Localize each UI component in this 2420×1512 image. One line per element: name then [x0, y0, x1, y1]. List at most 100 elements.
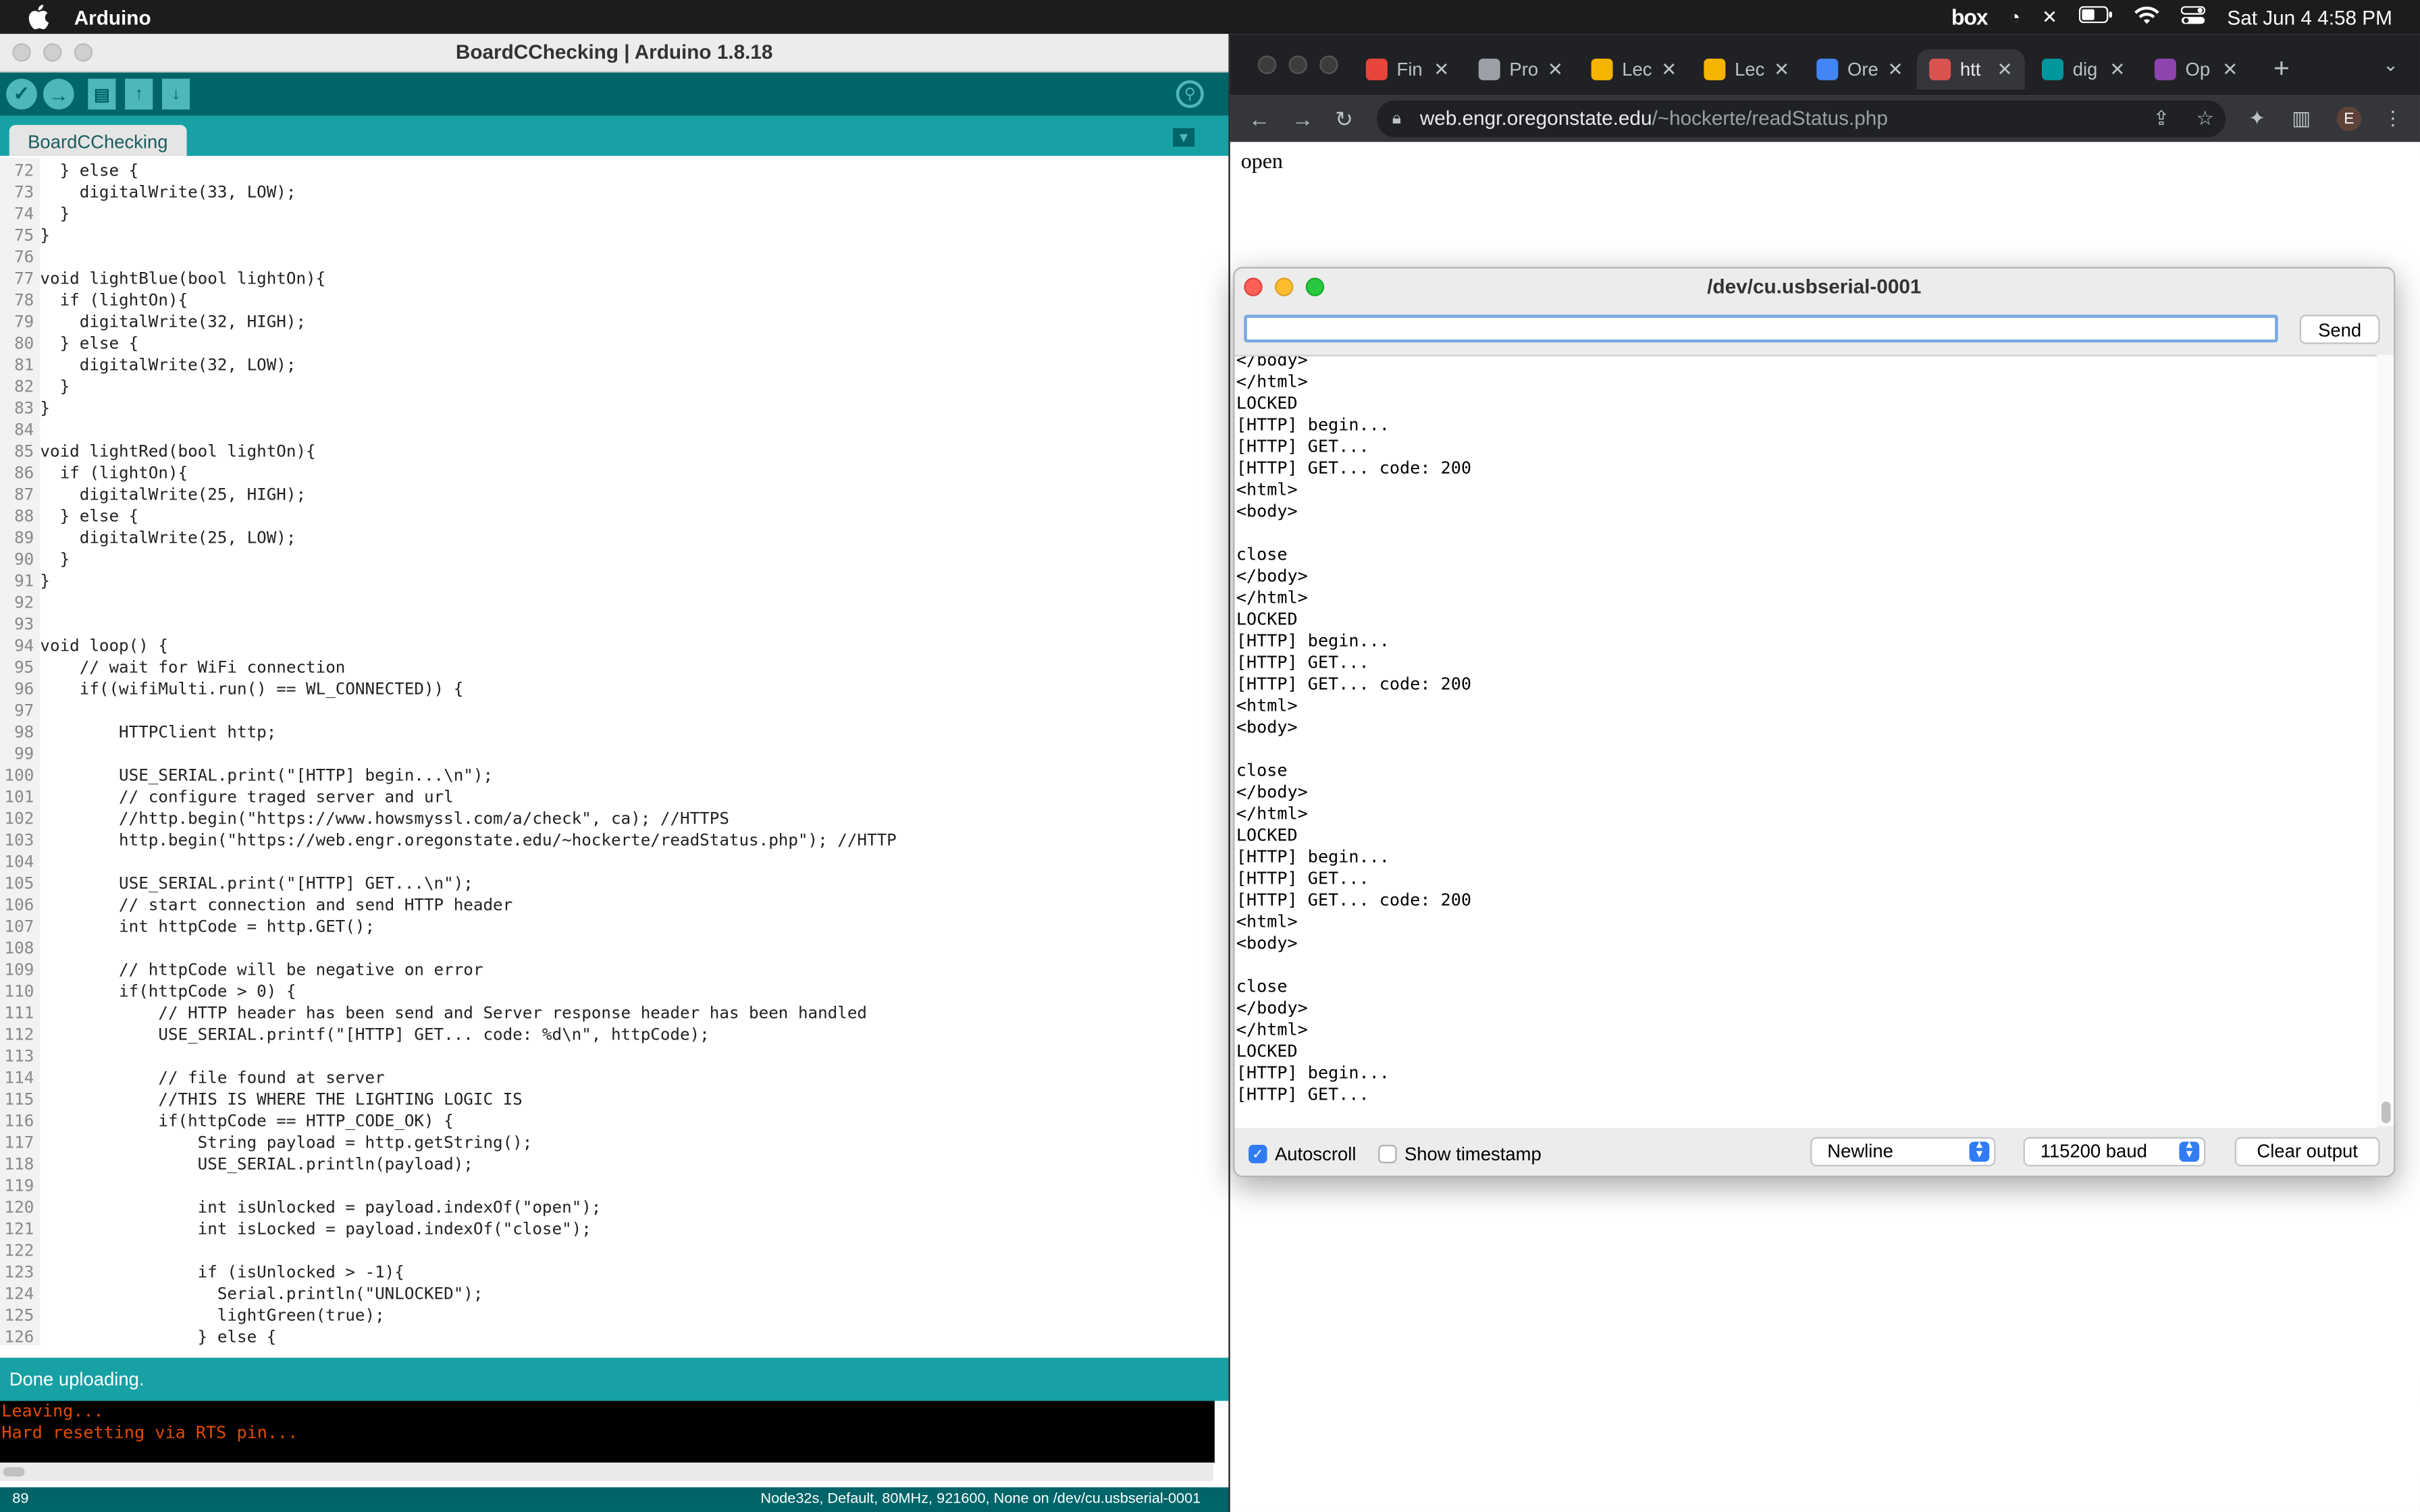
code-line[interactable]: 98 HTTPClient http;: [0, 722, 897, 744]
close-tab-icon[interactable]: ✕: [2109, 59, 2125, 80]
code-line[interactable]: 87 digitalWrite(25, HIGH);: [0, 485, 897, 506]
code-line[interactable]: 118 USE_SERIAL.println(payload);: [0, 1154, 897, 1176]
serial-zoom-button[interactable]: [1305, 277, 1325, 296]
close-tab-icon[interactable]: ✕: [1887, 59, 1903, 80]
serial-minimize-button[interactable]: [1274, 277, 1294, 296]
open-sketch-button[interactable]: ↑: [125, 78, 153, 110]
serial-output[interactable]: </body> </html> LOCKED [HTTP] begin... [HTTP…: [1234, 354, 2377, 1128]
code-line[interactable]: 104: [0, 852, 897, 873]
code-line[interactable]: 122: [0, 1241, 897, 1262]
code-line[interactable]: 105 USE_SERIAL.print("[HTTP] GET...\n");: [0, 873, 897, 895]
horizontal-scrollbar-thumb[interactable]: [3, 1467, 25, 1477]
code-line[interactable]: 115 //THIS IS WHERE THE LIGHTING LOGIC I…: [0, 1089, 897, 1111]
close-tab-icon[interactable]: ✕: [1997, 59, 2013, 80]
code-line[interactable]: 91}: [0, 571, 897, 593]
code-line[interactable]: 93: [0, 614, 897, 636]
code-line[interactable]: 109 // httpCode will be negative on erro…: [0, 960, 897, 981]
control-center-icon[interactable]: [2180, 5, 2206, 28]
code-line[interactable]: 112 USE_SERIAL.printf("[HTTP] GET... cod…: [0, 1025, 897, 1046]
send-button[interactable]: Send: [2299, 315, 2380, 344]
code-line[interactable]: 102 //http.begin("https://www.howsmyssl.…: [0, 809, 897, 830]
box-icon[interactable]: box: [1951, 5, 1989, 30]
autoscroll-checkbox[interactable]: ✓: [1248, 1144, 1267, 1164]
save-sketch-button[interactable]: ↓: [161, 78, 190, 110]
forward-icon[interactable]: →: [1292, 107, 1313, 132]
code-line[interactable]: 74 }: [0, 204, 897, 225]
code-line[interactable]: 124 Serial.println("UNLOCKED");: [0, 1284, 897, 1305]
code-line[interactable]: 78 if (lightOn){: [0, 290, 897, 312]
code-line[interactable]: 113: [0, 1046, 897, 1068]
code-line[interactable]: 79 digitalWrite(32, HIGH);: [0, 312, 897, 333]
tab-boardcchecking[interactable]: BoardCChecking: [9, 125, 186, 156]
code-editor[interactable]: 72 } else {73 digitalWrite(33, LOW); 74 }…: [0, 157, 1213, 1346]
close-tab-icon[interactable]: ✕: [1433, 59, 1449, 80]
profile-avatar[interactable]: E: [2336, 106, 2362, 132]
code-line[interactable]: 85 void lightRed(bool lightOn){: [0, 441, 897, 463]
apple-icon[interactable]: [28, 4, 49, 30]
serial-monitor-titlebar[interactable]: /dev/cu.usbserial-0001: [1235, 269, 2394, 306]
new-tab-button[interactable]: +: [2273, 53, 2290, 85]
wifi-icon[interactable]: [2134, 5, 2159, 28]
close-tab-icon[interactable]: ✕: [1661, 59, 1677, 80]
code-line[interactable]: 99: [0, 744, 897, 765]
code-line[interactable]: 90 }: [0, 549, 897, 571]
code-line[interactable]: 83}: [0, 398, 897, 420]
bookmark-star-icon[interactable]: ☆: [2197, 107, 2215, 132]
code-line[interactable]: 121 int isLocked = payload.indexOf("clos…: [0, 1219, 897, 1241]
code-line[interactable]: 77 void lightBlue(bool lightOn){: [0, 269, 897, 290]
code-line[interactable]: 117 String payload = http.getString();: [0, 1133, 897, 1154]
code-line[interactable]: 106 // start connection and send HTTP he…: [0, 895, 897, 917]
new-sketch-button[interactable]: ▤: [88, 78, 116, 110]
browser-menu-icon[interactable]: ⋮: [2383, 107, 2403, 132]
code-line[interactable]: 81 digitalWrite(32, LOW);: [0, 355, 897, 377]
serial-close-button[interactable]: [1244, 277, 1263, 296]
zoom-window-button[interactable]: [74, 43, 93, 62]
code-line[interactable]: 96 if((wifiMulti.run() == WL_CONNECTED))…: [0, 679, 897, 701]
active-app-name[interactable]: Arduino: [74, 5, 151, 28]
code-line[interactable]: 92: [0, 593, 897, 614]
browser-close-button[interactable]: [1257, 55, 1277, 74]
reload-icon[interactable]: ↻: [1335, 107, 1353, 133]
code-lines[interactable]: 72 } else {73 digitalWrite(33, LOW); 74 }…: [0, 161, 897, 1345]
code-line[interactable]: 107 int httpCode = http.GET();: [0, 917, 897, 938]
code-line[interactable]: 80 } else {: [0, 333, 897, 355]
side-panel-icon[interactable]: ▥: [2292, 107, 2311, 132]
code-line[interactable]: 82 }: [0, 377, 897, 398]
code-line[interactable]: 126 } else {: [0, 1327, 897, 1345]
code-line[interactable]: 110 if(httpCode > 0) {: [0, 981, 897, 1003]
extensions-icon[interactable]: ✦: [2248, 107, 2265, 132]
clock[interactable]: Sat Jun 4 4:58 PM: [2227, 5, 2392, 28]
code-line[interactable]: 101 // configure traged server and url: [0, 787, 897, 809]
baud-rate-select[interactable]: 115200 baud ▲ ▼: [2023, 1137, 2206, 1166]
serial-output-scrollbar[interactable]: [2376, 354, 2394, 1127]
close-window-button[interactable]: [12, 43, 31, 62]
sync-icon[interactable]: ◔: [2009, 6, 2020, 28]
arduino-titlebar[interactable]: BoardCChecking | Arduino 1.8.18: [0, 34, 1229, 73]
code-line[interactable]: 97: [0, 701, 897, 722]
code-line[interactable]: 73 digitalWrite(33, LOW);: [0, 182, 897, 204]
battery-icon[interactable]: [2078, 6, 2113, 28]
share-icon[interactable]: ⇪: [2153, 107, 2170, 132]
code-line[interactable]: 88 } else {: [0, 506, 897, 528]
horizontal-scrollbar[interactable]: [0, 1462, 1213, 1482]
code-line[interactable]: 111 // HTTP header has been send and Ser…: [0, 1003, 897, 1025]
code-line[interactable]: 72 } else {: [0, 161, 897, 182]
browser-tab[interactable]: htt ✕: [1916, 49, 2025, 90]
code-line[interactable]: 84: [0, 420, 897, 441]
code-line[interactable]: 108: [0, 938, 897, 960]
browser-minimize-button[interactable]: [1288, 55, 1307, 74]
browser-tab[interactable]: Lec ✕: [1691, 49, 1799, 89]
verify-button[interactable]: ✓: [6, 78, 37, 110]
code-line[interactable]: 94 void loop() {: [0, 636, 897, 657]
browser-tab[interactable]: Lec ✕: [1579, 49, 1687, 89]
line-ending-select[interactable]: Newline ▲ ▼: [1810, 1137, 1996, 1166]
code-line[interactable]: 116 if(httpCode == HTTP_CODE_OK) {: [0, 1111, 897, 1133]
browser-tab[interactable]: Pro ✕: [1466, 49, 1574, 89]
serial-monitor-button[interactable]: ⚲: [1176, 80, 1204, 108]
close-tab-icon[interactable]: ✕: [1774, 59, 1789, 80]
lock-icon[interactable]: 🔒︎: [1392, 101, 1401, 138]
console-output[interactable]: Leaving... Hard resetting via RTS pin...: [0, 1401, 1215, 1463]
mic-muted-icon[interactable]: ✕: [2042, 6, 2057, 28]
code-line[interactable]: 123 if (isUnlocked > -1){: [0, 1262, 897, 1284]
serial-scrollbar-thumb[interactable]: [2381, 1101, 2391, 1123]
